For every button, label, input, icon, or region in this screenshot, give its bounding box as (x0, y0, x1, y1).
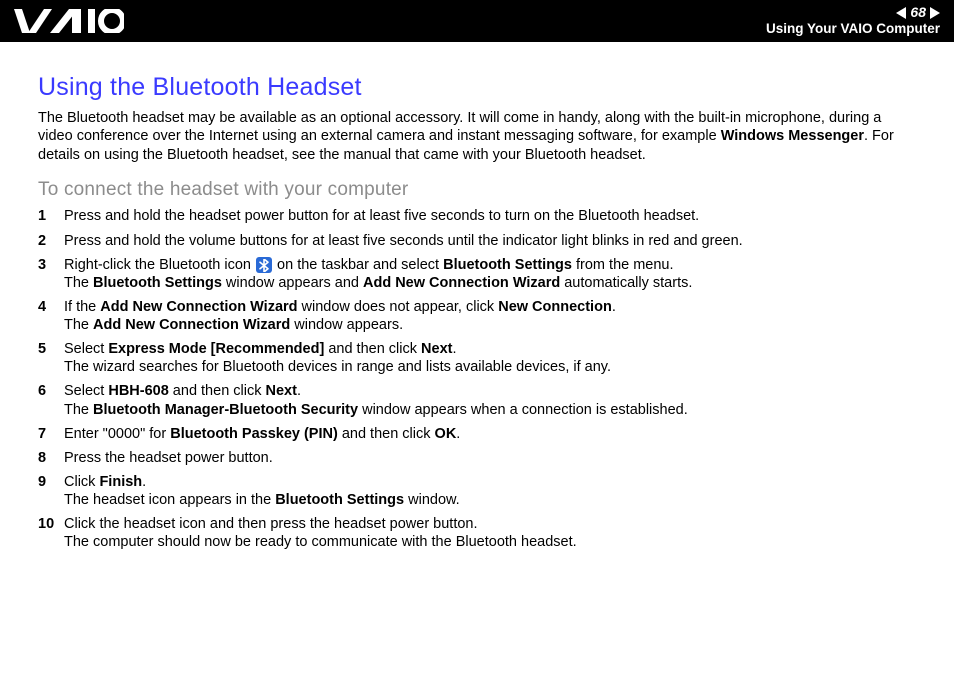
text: . (452, 341, 456, 357)
text: window. (404, 492, 460, 508)
text: If the (64, 299, 100, 315)
step-body: Select Express Mode [Recommended] and th… (64, 340, 918, 376)
steps-list: 1 Press and hold the headset power butto… (38, 207, 918, 551)
bold-add-new-connection-wizard: Add New Connection Wizard (100, 299, 297, 315)
bold-bluetooth-settings: Bluetooth Settings (93, 275, 222, 291)
text: Click the headset icon and then press th… (64, 516, 478, 532)
header-bar: 68 Using Your VAIO Computer (0, 0, 954, 42)
step-10: 10 Click the headset icon and then press… (38, 515, 918, 551)
step-number: 4 (38, 298, 64, 316)
bold-bluetooth-settings: Bluetooth Settings (443, 257, 572, 273)
next-page-icon[interactable] (930, 7, 940, 19)
text: Select (64, 383, 108, 399)
intro-bold-windows-messenger: Windows Messenger (721, 128, 864, 144)
step-number: 5 (38, 340, 64, 358)
step-4: 4 If the Add New Connection Wizard windo… (38, 298, 918, 334)
step-2: 2 Press and hold the volume buttons for … (38, 232, 918, 250)
bold-bluetooth-manager-security: Bluetooth Manager-Bluetooth Security (93, 402, 358, 418)
step-3: 3 Right-click the Bluetooth icon on the … (38, 256, 918, 292)
text: The (64, 317, 93, 333)
bold-bluetooth-passkey: Bluetooth Passkey (PIN) (170, 426, 338, 442)
bold-bluetooth-settings: Bluetooth Settings (275, 492, 404, 508)
text: and then click (169, 383, 266, 399)
bold-hbh-608: HBH-608 (108, 383, 168, 399)
text: window appears when a connection is esta… (358, 402, 688, 418)
step-body: Enter "0000" for Bluetooth Passkey (PIN)… (64, 425, 918, 443)
step-number: 6 (38, 382, 64, 400)
text: on the taskbar and select (273, 257, 443, 273)
step-number: 10 (38, 515, 64, 533)
step-number: 8 (38, 449, 64, 467)
text: The computer should now be ready to comm… (64, 534, 577, 550)
page-nav: 68 (896, 5, 940, 20)
step-number: 7 (38, 425, 64, 443)
text: Select (64, 341, 108, 357)
bold-ok: OK (435, 426, 457, 442)
manual-page: 68 Using Your VAIO Computer Using the Bl… (0, 0, 954, 674)
step-6: 6 Select HBH-608 and then click Next. Th… (38, 382, 918, 418)
step-9: 9 Click Finish. The headset icon appears… (38, 473, 918, 509)
subsection-title: To connect the headset with your compute… (38, 178, 918, 202)
step-body: If the Add New Connection Wizard window … (64, 298, 918, 334)
text: from the menu. (572, 257, 674, 273)
bold-next: Next (421, 341, 452, 357)
text: . (456, 426, 460, 442)
step-number: 3 (38, 256, 64, 274)
text: The (64, 402, 93, 418)
prev-page-icon[interactable] (896, 7, 906, 19)
bluetooth-icon (256, 257, 272, 273)
step-body: Press and hold the headset power button … (64, 207, 918, 225)
bold-new-connection: New Connection (498, 299, 612, 315)
step-number: 9 (38, 473, 64, 491)
bold-finish: Finish (99, 474, 142, 490)
bold-express-mode: Express Mode [Recommended] (108, 341, 324, 357)
step-body: Press the headset power button. (64, 449, 918, 467)
step-body: Select HBH-608 and then click Next. The … (64, 382, 918, 418)
content-area: Using the Bluetooth Headset The Bluetoot… (0, 42, 954, 674)
text: and then click (324, 341, 421, 357)
text: . (142, 474, 146, 490)
step-8: 8 Press the headset power button. (38, 449, 918, 467)
step-7: 7 Enter "0000" for Bluetooth Passkey (PI… (38, 425, 918, 443)
text: . (297, 383, 301, 399)
text: window appears and (222, 275, 363, 291)
intro-paragraph: The Bluetooth headset may be available a… (38, 109, 918, 163)
step-number: 1 (38, 207, 64, 225)
bold-next: Next (266, 383, 297, 399)
text: The headset icon appears in the (64, 492, 275, 508)
text: Right-click the Bluetooth icon (64, 257, 255, 273)
text: window appears. (290, 317, 403, 333)
text: . (612, 299, 616, 315)
vaio-logo (14, 0, 124, 42)
step-body: Click the headset icon and then press th… (64, 515, 918, 551)
text: Click (64, 474, 99, 490)
step-body: Right-click the Bluetooth icon on the ta… (64, 256, 918, 292)
text: and then click (338, 426, 435, 442)
section-name: Using Your VAIO Computer (766, 22, 940, 37)
header-right: 68 Using Your VAIO Computer (766, 5, 940, 36)
step-number: 2 (38, 232, 64, 250)
step-body: Press and hold the volume buttons for at… (64, 232, 918, 250)
step-1: 1 Press and hold the headset power butto… (38, 207, 918, 225)
text: Enter "0000" for (64, 426, 170, 442)
bold-add-new-connection-wizard: Add New Connection Wizard (93, 317, 290, 333)
bold-add-new-connection-wizard: Add New Connection Wizard (363, 275, 560, 291)
page-number: 68 (910, 5, 926, 20)
text: window does not appear, click (298, 299, 499, 315)
text: automatically starts. (560, 275, 692, 291)
step-body: Click Finish. The headset icon appears i… (64, 473, 918, 509)
page-title: Using the Bluetooth Headset (38, 72, 918, 103)
step-5: 5 Select Express Mode [Recommended] and … (38, 340, 918, 376)
text: The wizard searches for Bluetooth device… (64, 359, 611, 375)
text: The (64, 275, 93, 291)
